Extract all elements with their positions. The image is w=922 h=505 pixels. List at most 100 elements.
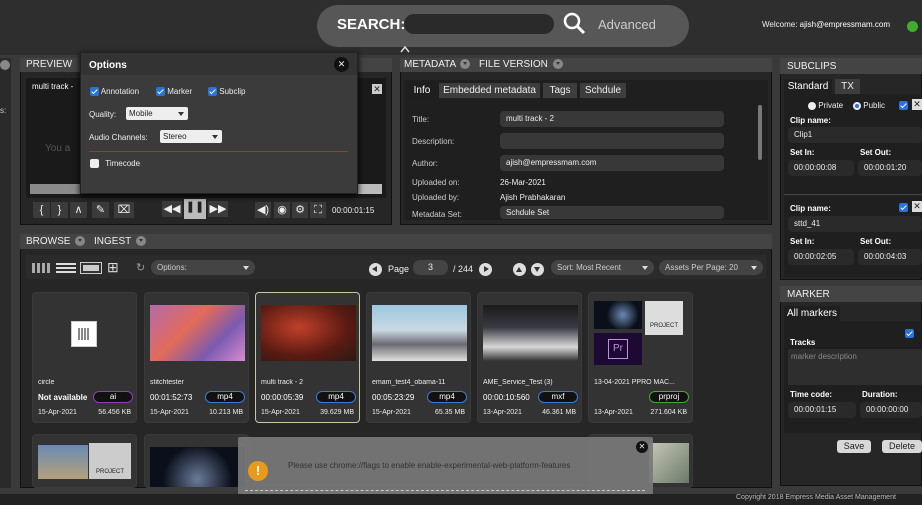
- tab-tx[interactable]: TX: [835, 79, 860, 94]
- tab-preview[interactable]: PREVIEW: [26, 59, 72, 70]
- asset-card[interactable]: emam_test4_obama-11 00:05:23:29 mp4 15-A…: [366, 292, 471, 423]
- marker-description-input[interactable]: marker description: [788, 349, 922, 385]
- tab-info[interactable]: Info: [408, 83, 436, 98]
- marker-save-button[interactable]: Save: [837, 440, 871, 453]
- subclip-divider: [784, 194, 922, 195]
- asset-card[interactable]: circle Not available ai 15-Apr-2021 56.4…: [32, 292, 137, 423]
- grid-view-icon[interactable]: [32, 263, 50, 273]
- advanced-search-link[interactable]: Advanced: [598, 17, 656, 32]
- subclip-delete-icon[interactable]: ✕: [912, 201, 922, 212]
- user-email[interactable]: ajish@empressmam.com: [800, 20, 890, 29]
- set-in-button[interactable]: {: [33, 202, 50, 218]
- checkbox-icon[interactable]: [899, 203, 908, 213]
- set-in-field[interactable]: 00:00:00:08: [788, 160, 854, 176]
- radio-off-icon[interactable]: [808, 101, 816, 110]
- snapshot-icon[interactable]: ◉: [274, 202, 290, 218]
- clip-name-field[interactable]: sttd_41: [788, 216, 922, 232]
- volume-icon[interactable]: ◀): [255, 202, 271, 218]
- chevron-down-icon[interactable]: [460, 59, 471, 70]
- assets-per-page-dropdown[interactable]: Assets Per Page: 20: [659, 260, 763, 275]
- left-expand-icon[interactable]: [0, 60, 10, 70]
- asset-card[interactable]: Pr PROJECT 13-04-2021 PPRO MAC... prproj…: [588, 292, 693, 423]
- chevron-down-icon[interactable]: [552, 59, 563, 70]
- tab-schedule[interactable]: Schdule: [580, 83, 626, 98]
- description-field[interactable]: [500, 133, 724, 149]
- set-out-field[interactable]: 00:00:01:20: [858, 160, 922, 176]
- asset-card[interactable]: AME_Service_Test (3) 00:00:10:560 mxf 13…: [477, 292, 582, 423]
- annotate-button[interactable]: ∧: [70, 202, 87, 218]
- marker-check-icon[interactable]: [156, 87, 165, 97]
- sort-asc-icon[interactable]: [513, 263, 526, 276]
- private-radio[interactable]: Private: [808, 101, 843, 110]
- subclip-checkbox[interactable]: [899, 202, 908, 213]
- marker-checkbox[interactable]: Marker: [156, 87, 192, 97]
- subclips-select-all-checkbox[interactable]: [899, 100, 908, 111]
- tab-file-version[interactable]: FILE VERSION: [479, 59, 563, 70]
- tab-browse[interactable]: BROWSE: [26, 236, 86, 247]
- clip-name-field[interactable]: Clip1: [788, 127, 922, 143]
- asset-duration: 00:00:05:39: [261, 393, 304, 402]
- marker-timecode-field[interactable]: 00:00:01:15: [788, 402, 856, 418]
- fast-forward-button[interactable]: ▶▶: [208, 201, 228, 217]
- marker-duration-field[interactable]: 00:00:00:00: [860, 402, 922, 418]
- asset-card-selected[interactable]: multi track - 2 00:00:05:39 mp4 15-Apr-2…: [255, 292, 360, 423]
- tab-standard[interactable]: Standard: [784, 79, 832, 94]
- refresh-icon[interactable]: ↻: [136, 261, 145, 274]
- timecode-check-icon[interactable]: [90, 159, 99, 169]
- subclip-check-icon[interactable]: [208, 87, 217, 97]
- next-page-icon[interactable]: [479, 263, 492, 276]
- settings-gear-icon[interactable]: ⚙: [292, 202, 308, 218]
- set-out-field[interactable]: 00:00:04:03: [858, 249, 922, 265]
- add-item-icon[interactable]: ⊞: [107, 259, 119, 276]
- set-in-field[interactable]: 00:00:02:05: [788, 249, 854, 265]
- author-field[interactable]: ajish@empressmam.com: [500, 155, 724, 171]
- chevron-down-icon[interactable]: [135, 236, 146, 247]
- audio-channels-select[interactable]: Stereo: [160, 130, 222, 143]
- radio-on-icon[interactable]: [853, 101, 861, 110]
- sort-desc-icon[interactable]: [531, 263, 544, 276]
- tab-ingest[interactable]: INGEST: [94, 236, 146, 247]
- asset-card[interactable]: [144, 434, 249, 488]
- subclip-checkbox[interactable]: Subclip: [208, 87, 245, 97]
- prev-page-icon[interactable]: [369, 263, 382, 276]
- timecode-checkbox[interactable]: Timecode: [90, 159, 140, 169]
- tab-embedded-metadata[interactable]: Embedded metadata: [439, 83, 540, 98]
- metadata-set-select[interactable]: Schdule Set: [500, 206, 724, 219]
- close-options-icon[interactable]: ✕: [334, 57, 349, 72]
- set-out-button[interactable]: }: [51, 202, 68, 218]
- pen-icon[interactable]: ✎: [92, 202, 109, 218]
- marker-select-checkbox[interactable]: [905, 328, 914, 339]
- chevron-down-icon[interactable]: [75, 236, 86, 247]
- clip-name-label: Clip name:: [790, 204, 831, 213]
- collapse-header-icon[interactable]: [399, 44, 411, 54]
- asset-card[interactable]: PROJECT: [32, 434, 137, 488]
- public-radio[interactable]: Public: [853, 101, 885, 110]
- marker-delete-button[interactable]: Delete: [882, 440, 922, 453]
- tab-all-markers[interactable]: All markers: [784, 306, 840, 321]
- asset-card[interactable]: stitchtester 00:01:52:73 mp4 15-Apr-2021…: [144, 292, 249, 423]
- options-dropdown[interactable]: Options:: [151, 260, 255, 275]
- list-view-icon[interactable]: [56, 263, 76, 273]
- fullscreen-icon[interactable]: ⛶: [310, 202, 326, 218]
- page-input[interactable]: 3: [413, 260, 448, 275]
- tab-tags[interactable]: Tags: [543, 83, 577, 98]
- annotation-check-icon[interactable]: [90, 87, 99, 97]
- filmstrip-view-icon[interactable]: [80, 262, 102, 274]
- search-input[interactable]: [404, 14, 554, 34]
- rewind-button[interactable]: ◀◀: [162, 201, 182, 217]
- pause-button[interactable]: ❚❚: [184, 199, 206, 219]
- subclips-delete-icon[interactable]: ✕: [912, 99, 922, 110]
- title-field[interactable]: multi track - 2: [500, 111, 724, 127]
- checkbox-icon[interactable]: [905, 329, 914, 339]
- sort-dropdown[interactable]: Sort: Most Recent: [551, 260, 654, 275]
- search-icon[interactable]: [562, 11, 586, 35]
- quality-select[interactable]: Mobile: [126, 107, 188, 120]
- close-preview-icon[interactable]: ✕: [372, 84, 382, 94]
- annotation-checkbox[interactable]: Annotation: [90, 87, 139, 97]
- tab-metadata[interactable]: METADATA: [404, 59, 471, 70]
- checkbox-icon[interactable]: [899, 101, 908, 111]
- copyright-text: Copyright 2018 Empress Media Asset Manag…: [736, 494, 896, 501]
- metadata-scrollbar[interactable]: [758, 105, 762, 160]
- close-notification-icon[interactable]: ✕: [636, 441, 648, 453]
- clip-tool-icon[interactable]: ⌧: [114, 202, 134, 218]
